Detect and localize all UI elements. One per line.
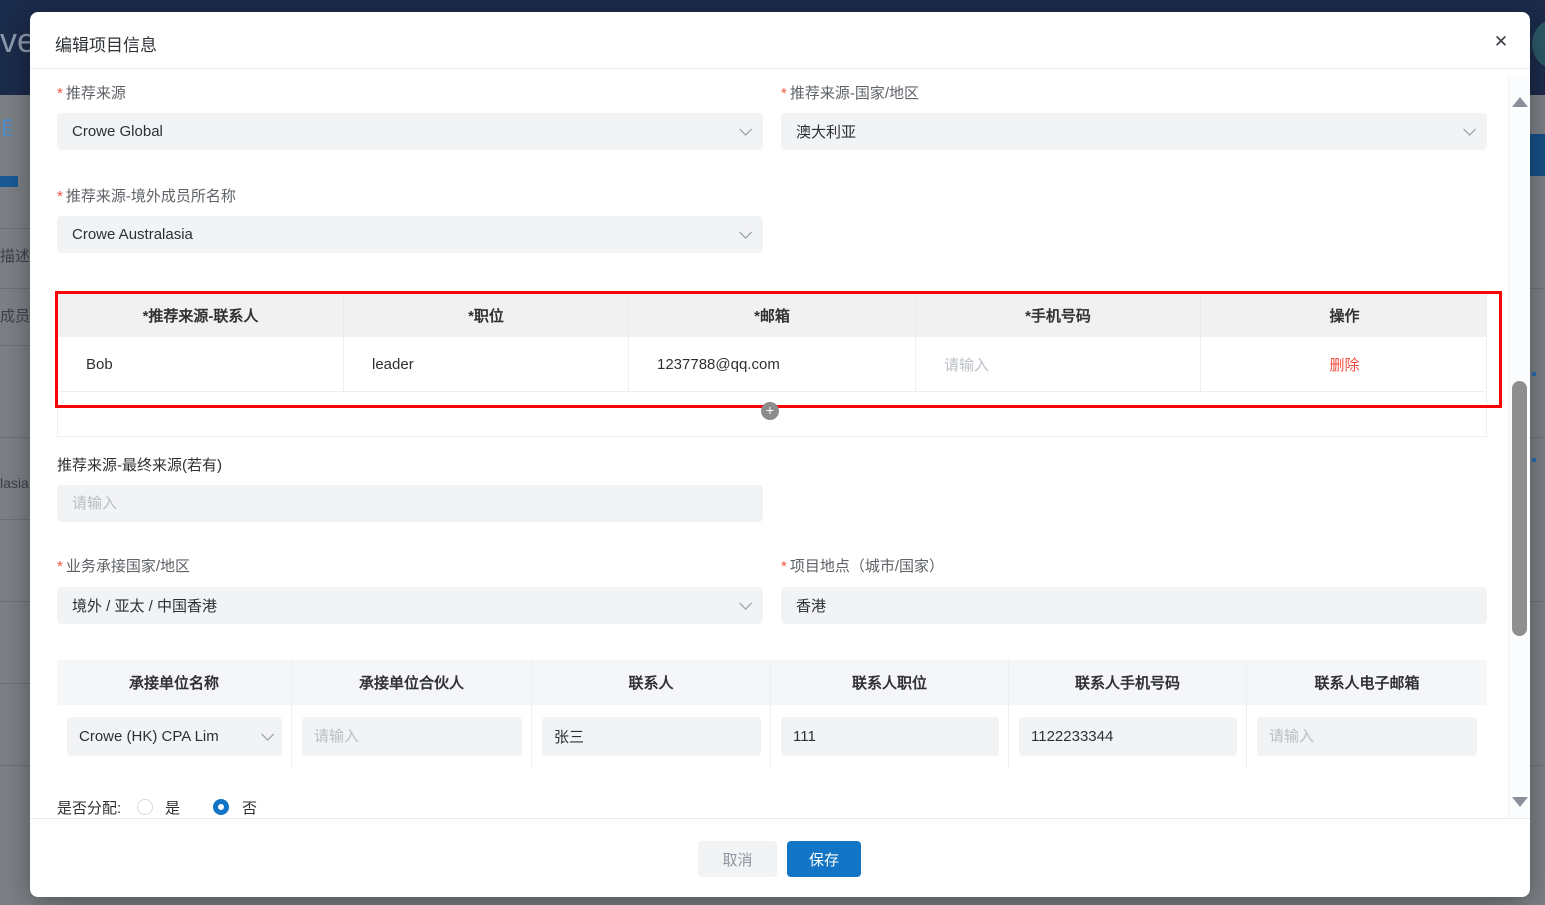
final-source-input[interactable] — [57, 485, 763, 522]
close-icon[interactable]: ✕ — [1488, 29, 1514, 55]
backdrop-divider — [1530, 288, 1545, 289]
col-header-email: *邮箱 — [629, 294, 916, 337]
required-asterisk: * — [57, 188, 63, 205]
sidebar-icon-fragment: 目 — [0, 118, 12, 136]
col-header-unit-partner: 承接单位合伙人 — [292, 660, 532, 705]
contact-email-cell[interactable]: 1237788@qq.com — [629, 337, 916, 392]
save-button[interactable]: 保存 — [787, 841, 861, 877]
required-asterisk: * — [57, 558, 63, 575]
required-asterisk: * — [57, 85, 63, 102]
referral-firm-label: * 推荐来源-境外成员所名称 — [57, 188, 236, 205]
footer-divider — [30, 818, 1530, 819]
referral-source-label: * 推荐来源 — [57, 85, 126, 102]
contact-phone-cell — [1009, 705, 1247, 768]
chevron-down-icon — [739, 123, 752, 136]
screen: ve 目 描述 成员 lasia 编辑项目信息 ✕ * 推荐来源 Crowe Gl… — [0, 0, 1545, 905]
crowe-logo-fragment: ve — [0, 22, 30, 60]
edit-project-dialog: 编辑项目信息 ✕ * 推荐来源 Crowe Global * 推荐来源-国家/地区 … — [30, 12, 1530, 897]
project-location-input[interactable] — [781, 587, 1487, 624]
unit-partner-input[interactable] — [302, 717, 522, 756]
backdrop-divider — [1530, 765, 1545, 766]
radio-no-label[interactable]: 否 — [242, 797, 257, 818]
cancel-button[interactable]: 取消 — [698, 841, 777, 877]
contact-email-input[interactable] — [1257, 717, 1477, 756]
backdrop-divider — [1530, 437, 1545, 438]
col-header-action: 操作 — [1329, 308, 1360, 325]
backdrop-divider — [0, 519, 30, 520]
delete-row-link[interactable]: 删除 — [1329, 354, 1359, 375]
backdrop-divider — [1530, 601, 1545, 602]
contact-phone-input[interactable] — [1019, 717, 1237, 756]
unit-name-cell: Crowe (HK) CPA Lim — [57, 705, 292, 768]
business-country-label: * 业务承接国家/地区 — [57, 558, 191, 575]
backdrop-text-describe: 描述 — [0, 248, 30, 265]
backdrop-dot — [1532, 372, 1536, 376]
referral-country-label: * 推荐来源-国家/地区 — [781, 85, 920, 102]
active-tab-indicator-fragment — [0, 176, 18, 187]
required-asterisk: * — [781, 85, 787, 102]
add-row-icon[interactable]: + — [761, 402, 779, 420]
chevron-down-icon — [1463, 123, 1476, 136]
col-header-unit-name: 承接单位名称 — [57, 660, 292, 705]
col-header-phone: *手机号码 — [916, 294, 1201, 337]
scrollbar-thumb[interactable] — [1512, 381, 1527, 636]
col-header-contact: 联系人 — [532, 660, 771, 705]
backdrop-dot — [1532, 458, 1536, 462]
final-source-label: 推荐来源-最终来源(若有) — [57, 457, 222, 474]
col-header-position: *职位 — [344, 294, 629, 337]
dialog-title: 编辑项目信息 — [55, 36, 157, 55]
header-divider — [30, 68, 1530, 69]
contact-position-cell — [771, 705, 1009, 768]
chevron-down-icon — [261, 728, 274, 741]
contact-action-cell: 删除 — [1201, 337, 1488, 392]
referral-source-select[interactable]: Crowe Global — [57, 113, 763, 150]
col-header-contact: *推荐来源-联系人 — [58, 294, 344, 337]
scroll-up-arrow[interactable] — [1512, 97, 1528, 107]
backdrop-divider — [0, 765, 30, 766]
undertaking-unit-table: 承接单位名称 承接单位合伙人 联系人 联系人职位 联系人手机号码 联系人电子邮箱… — [57, 660, 1487, 768]
contacts-table-header: *推荐来源-联系人 *职位 *邮箱 *手机号码 操作 — [58, 294, 1486, 337]
backdrop-divider — [0, 437, 30, 438]
referral-firm-select[interactable]: Crowe Australasia — [57, 216, 763, 253]
col-header-contact-phone: 联系人手机号码 — [1009, 660, 1247, 705]
backdrop-divider — [0, 345, 30, 346]
backdrop-divider — [0, 683, 30, 684]
contact-email-cell — [1247, 705, 1487, 768]
business-country-select[interactable]: 境外 / 亚太 / 中国香港 — [57, 587, 763, 624]
allocation-label: 是否分配: — [57, 800, 122, 817]
scrollbar-track[interactable] — [1508, 75, 1529, 818]
col-header-contact-email: 联系人电子邮箱 — [1247, 660, 1487, 705]
scroll-down-arrow[interactable] — [1512, 797, 1528, 807]
required-asterisk: * — [781, 558, 787, 575]
col-header-contact-position: 联系人职位 — [771, 660, 1009, 705]
contact-position-input[interactable] — [781, 717, 999, 756]
radio-yes[interactable] — [137, 799, 153, 815]
contact-name-cell[interactable]: Bob — [58, 337, 344, 392]
backdrop-text-member: 成员 — [0, 308, 30, 325]
backdrop-divider — [0, 601, 30, 602]
backdrop-divider — [0, 228, 30, 229]
radio-yes-label[interactable]: 是 — [165, 797, 180, 818]
chevron-down-icon — [739, 597, 752, 610]
backdrop-button-fragment — [1530, 134, 1545, 176]
referral-country-select[interactable]: 澳大利亚 — [781, 113, 1487, 150]
contact-cell — [532, 705, 771, 768]
project-location-label: * 项目地点（城市/国家） — [781, 558, 945, 575]
unit-partner-cell — [292, 705, 532, 768]
unit-name-select[interactable]: Crowe (HK) CPA Lim — [67, 717, 282, 756]
backdrop-text-lasia: lasia — [0, 475, 29, 491]
contact-phone-cell[interactable]: 请输入 — [916, 337, 1201, 392]
backdrop-divider — [0, 288, 30, 289]
contact-input[interactable] — [542, 717, 761, 756]
contact-position-cell[interactable]: leader — [344, 337, 629, 392]
contacts-table-row: Bob leader 1237788@qq.com 请输入 删除 — [58, 337, 1486, 392]
chevron-down-icon — [739, 226, 752, 239]
radio-no[interactable] — [213, 799, 229, 815]
